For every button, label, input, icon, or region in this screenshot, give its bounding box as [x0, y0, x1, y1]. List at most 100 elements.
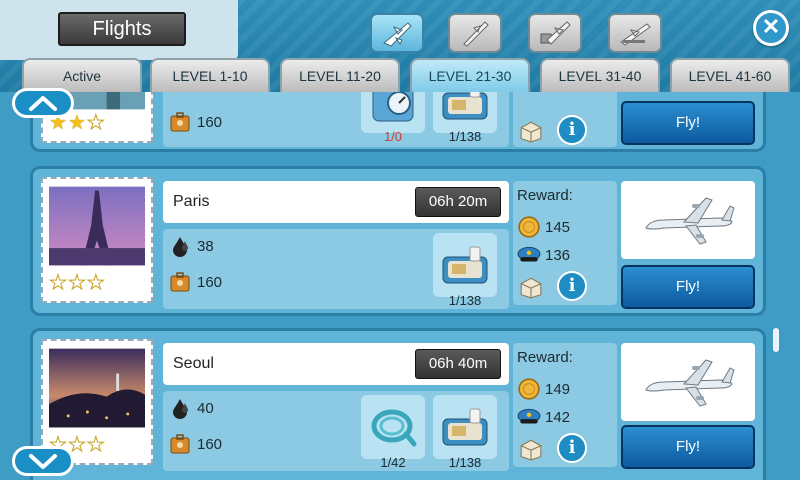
item-count: 1/0 [383, 129, 403, 144]
reward-xp-value: 136 [545, 246, 571, 264]
star-icon: ★ [86, 272, 105, 294]
flight-card: ★ ★ ★ Seoul 06h 40m 40 160 1/42 1/138 Re… [30, 328, 766, 480]
page-title: Flights [58, 12, 186, 46]
scroll-up-button[interactable] [12, 88, 74, 118]
airliner-icon [645, 197, 735, 245]
destination-name: Seoul [173, 355, 214, 372]
fly-button[interactable]: Fly! [621, 265, 755, 309]
tab-level-1-10[interactable]: LEVEL 1-10 [150, 58, 270, 92]
star-rating: ★ ★ ★ [49, 272, 106, 294]
item-count: 1/138 [448, 293, 482, 308]
passengers-row: 160 [169, 111, 222, 133]
reward-xp-row: 142 [517, 405, 570, 429]
category-rocket-button[interactable] [448, 13, 502, 53]
destination-bar: Paris 06h 20m [163, 181, 509, 223]
destination-bar: Seoul 06h 40m [163, 343, 509, 385]
star-icon: ★ [86, 112, 105, 134]
reward-coins-row: 145 [517, 215, 570, 239]
chevron-down-icon [29, 454, 57, 469]
category-passenger-button[interactable] [370, 13, 424, 53]
star-icon: ★ [67, 112, 86, 134]
coin-icon [518, 216, 540, 238]
flight-list[interactable]: ★ ★ ★ 160 1/0 1/138 i Fly! ★ ★ ★ Paris 0… [0, 92, 800, 480]
item-slot[interactable] [361, 92, 425, 133]
reward-label: Reward: [517, 349, 573, 366]
reward-coins-row: 149 [517, 377, 570, 401]
meal-tray-icon [442, 246, 488, 284]
info-button[interactable]: i [557, 271, 587, 301]
requirements-panel: 38 160 1/138 [163, 229, 509, 309]
title-panel: Flights [0, 0, 238, 60]
tab-level-21-30[interactable]: LEVEL 21-30 [410, 58, 530, 92]
tab-level-41-60[interactable]: LEVEL 41-60 [670, 58, 790, 92]
fly-button[interactable]: Fly! [621, 425, 755, 469]
cargo-box-icon [520, 121, 542, 143]
tab-level-11-20[interactable]: LEVEL 11-20 [280, 58, 400, 92]
reward-label: Reward: [517, 187, 573, 204]
item-slot[interactable] [433, 395, 497, 459]
requirements-panel: 40 160 1/42 1/138 [163, 391, 509, 471]
flight-duration: 06h 20m [415, 187, 501, 217]
fuel-drop-icon [173, 237, 188, 257]
reward-xp-value: 142 [545, 408, 571, 426]
fuel-drop-icon [173, 399, 188, 419]
meal-tray-icon [442, 92, 488, 120]
pilot-cap-icon [517, 408, 541, 424]
tab-level-31-40[interactable]: LEVEL 31-40 [540, 58, 660, 92]
reward-coins-value: 149 [545, 380, 571, 398]
plane-preview [621, 343, 755, 421]
cargo-box-icon [520, 277, 542, 299]
flight-card: ★ ★ ★ Paris 06h 20m 38 160 1/138 Reward:… [30, 166, 766, 316]
destination-image [49, 348, 145, 428]
rocket-plane-icon [463, 21, 489, 47]
reward-coins-value: 145 [545, 218, 571, 236]
passengers-count: 160 [197, 273, 223, 291]
plane-preview [621, 181, 755, 259]
fuel-amount: 40 [197, 399, 214, 417]
destination-image [49, 186, 145, 266]
suitcase-icon [170, 272, 190, 292]
item-slot[interactable] [361, 395, 425, 459]
suitcase-icon [170, 434, 190, 454]
jet-plane-icon [620, 23, 651, 46]
cargo-row [517, 437, 545, 461]
tab-active[interactable]: Active [22, 58, 142, 92]
scrollbar-thumb[interactable] [773, 328, 779, 352]
flight-card: ★ ★ ★ 160 1/0 1/138 i Fly! [30, 92, 766, 152]
destination-photo: ★ ★ ★ [41, 177, 153, 303]
info-icon: i [568, 119, 576, 140]
reward-xp-row: 136 [517, 243, 570, 267]
hose-icon [371, 409, 417, 447]
requirements-panel: 160 1/0 1/138 [163, 92, 509, 147]
info-icon: i [568, 275, 576, 296]
destination-name: Paris [173, 193, 210, 210]
header-bar: Flights ✕ Active LEVEL 1-10 LEVEL 11-20 … [0, 0, 800, 92]
item-count: 1/138 [448, 455, 482, 470]
reward-panel: 165 i [513, 92, 617, 147]
info-icon: i [568, 437, 576, 458]
fly-button[interactable]: Fly! [621, 101, 755, 145]
cargo-row [517, 119, 545, 143]
passengers-row: 160 [169, 433, 222, 455]
item-count: 1/138 [448, 129, 482, 144]
item-slot[interactable] [433, 92, 497, 133]
reward-panel: Reward: 145 136 i [513, 181, 617, 305]
star-icon: ★ [49, 272, 68, 294]
item-count: 1/42 [380, 455, 406, 470]
info-button[interactable]: i [557, 433, 587, 463]
cargo-row [517, 275, 545, 299]
info-button[interactable]: i [557, 115, 587, 145]
star-icon: ★ [67, 272, 86, 294]
fuel-row: 38 [169, 235, 214, 257]
category-cargo-button[interactable] [528, 13, 582, 53]
fuel-amount: 38 [197, 237, 214, 255]
altimeter-icon [372, 92, 414, 122]
passengers-count: 160 [197, 435, 223, 453]
scroll-down-button[interactable] [12, 446, 74, 476]
passengers-row: 160 [169, 271, 222, 293]
item-slot[interactable] [433, 233, 497, 297]
close-button[interactable]: ✕ [753, 10, 789, 46]
category-jet-button[interactable] [608, 13, 662, 53]
fuel-row: 40 [169, 397, 214, 419]
cargo-plane-icon [540, 21, 571, 45]
